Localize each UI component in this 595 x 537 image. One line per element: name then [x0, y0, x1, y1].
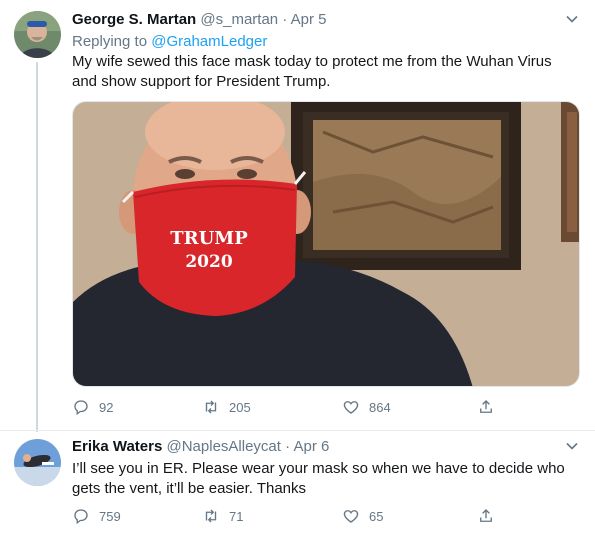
like-count: 864 [369, 399, 391, 415]
reply-count: 759 [99, 508, 121, 524]
avatar-george[interactable] [14, 11, 61, 58]
reply-icon [74, 400, 88, 416]
tweet-text-line: gets the vent, it’ll be easier. Thanks [72, 480, 307, 497]
tweet-actions: 759 71 65 [72, 506, 512, 526]
reply-button[interactable]: 759 [72, 506, 121, 526]
retweet-icon [205, 400, 217, 414]
author-handle[interactable]: @s_martan [200, 11, 278, 28]
thread-line [36, 62, 38, 432]
tweet-george[interactable]: George S. Martan @s_martan · Apr 5 Reply… [0, 0, 595, 432]
avatar-erika[interactable] [14, 439, 61, 486]
tweet-date[interactable]: Apr 5 [291, 11, 327, 28]
like-button[interactable]: 65 [342, 506, 383, 526]
tweet-header: George S. Martan @s_martan · Apr 5 [72, 10, 327, 30]
tweet-date[interactable]: Apr 6 [293, 438, 329, 455]
share-icon [480, 400, 492, 413]
reply-icon [74, 509, 88, 525]
like-count: 65 [369, 508, 384, 524]
like-button[interactable]: 864 [342, 397, 391, 417]
share-button[interactable] [477, 506, 504, 526]
replying-to: Replying to @GrahamLedger [72, 32, 267, 52]
reply-button[interactable]: 92 [72, 397, 113, 417]
separator-dot: · [282, 11, 288, 28]
like-icon [343, 510, 359, 523]
tweet-text: My wife sewed this face mask today to pr… [72, 52, 577, 92]
tweet-erika[interactable]: Erika Waters @NaplesAlleycat · Apr 6 I’l… [0, 430, 595, 537]
retweet-button[interactable]: 205 [202, 397, 251, 417]
tweet-text-line: I’ll see you in ER. Please wear your mas… [72, 460, 565, 477]
retweet-icon [205, 509, 217, 523]
chevron-down-icon[interactable] [565, 12, 579, 26]
share-button[interactable] [477, 397, 504, 417]
tweet-header: Erika Waters @NaplesAlleycat · Apr 6 [72, 437, 329, 457]
mask-text-trump: TRUMP [170, 228, 248, 249]
tweet-text: I’ll see you in ER. Please wear your mas… [72, 459, 577, 499]
tweet-text-line: My wife sewed this face mask today to pr… [72, 53, 552, 70]
reply-count: 92 [99, 399, 114, 415]
retweet-button[interactable]: 71 [202, 506, 243, 526]
tweet-actions: 92 205 864 [72, 397, 512, 417]
retweet-count: 205 [229, 399, 251, 415]
retweet-count: 71 [229, 508, 244, 524]
author-name[interactable]: Erika Waters [72, 438, 162, 455]
separator-dot: · [285, 438, 291, 455]
mask-text-2020: 2020 [185, 252, 232, 272]
author-handle[interactable]: @NaplesAlleycat [167, 438, 281, 455]
like-icon [343, 401, 359, 414]
author-name[interactable]: George S. Martan [72, 11, 196, 28]
replying-to-handle[interactable]: @GrahamLedger [151, 33, 267, 50]
share-icon [480, 509, 492, 522]
tweet-text-line: and show support for President Trump. [72, 73, 331, 90]
tweet-photo[interactable]: TRUMP 2020 [72, 101, 580, 387]
replying-to-prefix: Replying to [72, 33, 152, 50]
chevron-down-icon[interactable] [565, 439, 579, 453]
